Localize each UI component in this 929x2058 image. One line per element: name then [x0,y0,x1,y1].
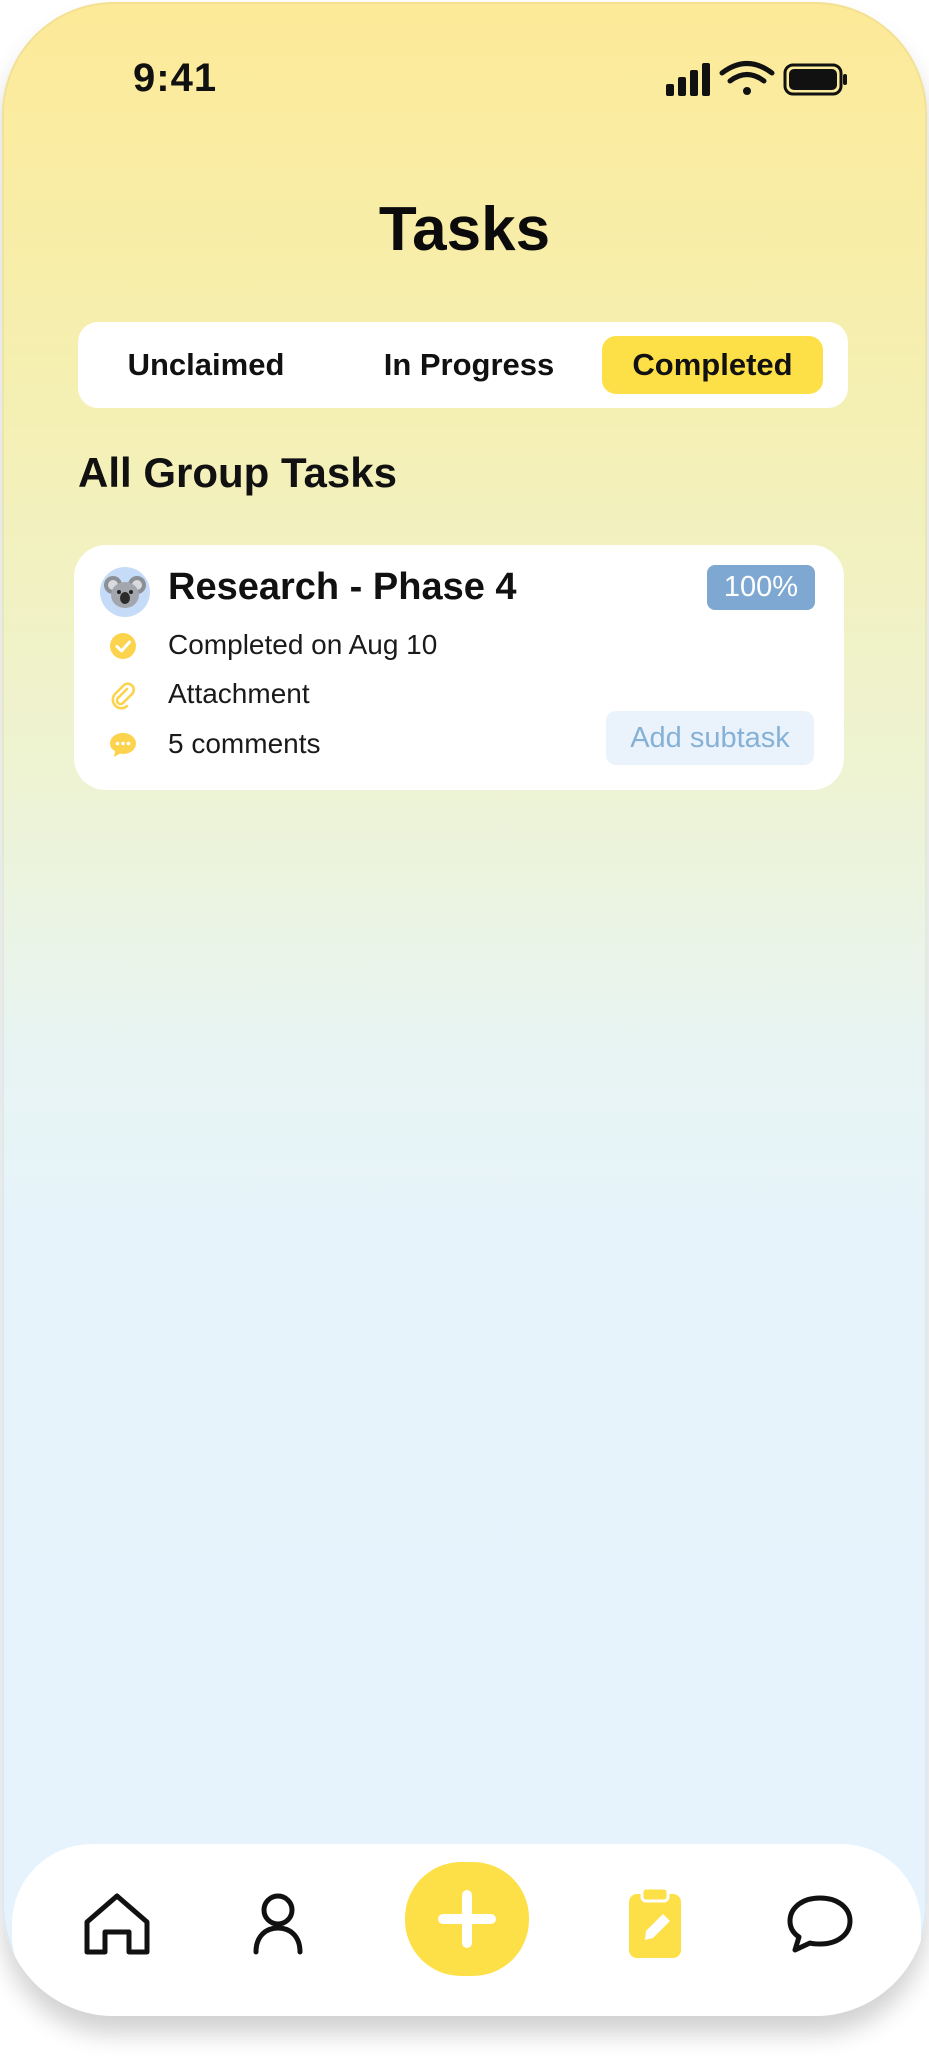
add-button[interactable] [405,1862,529,1976]
status-icons [666,60,848,100]
home-icon[interactable] [77,1884,157,1964]
koala-avatar [100,567,150,617]
comments-count: 5 comments [168,728,321,759]
tab-completed[interactable]: Completed [602,336,823,394]
tab-unclaimed[interactable]: Unclaimed [110,336,302,394]
task-title: Research - Phase 4 [168,566,517,608]
wifi-icon [719,61,775,95]
status-tabs: Unclaimed In Progress Completed [78,322,848,408]
battery-icon [783,63,847,96]
progress-badge: 100% [707,565,815,610]
status-time: 9:41 [133,56,218,100]
page-title: Tasks [378,195,551,264]
profile-icon[interactable] [238,1884,318,1964]
bottom-nav [12,1844,921,2016]
chat-icon[interactable] [780,1884,860,1964]
comment-bubble-icon [108,730,138,760]
phone-screen: 9:41 Tasks Unclaimed In Progress Complet… [2,2,927,2016]
add-icon [438,1890,496,1948]
completed-date: Completed on Aug 10 [168,629,438,660]
check-circle-icon [108,631,138,661]
attachment-label: Attachment [168,678,310,709]
paperclip-icon [108,680,138,710]
section-title: All Group Tasks [78,449,397,496]
tab-in-progress[interactable]: In Progress [354,336,584,394]
cellular-signal-icon [666,63,710,96]
tasks-clipboard-icon[interactable] [615,1884,695,1964]
task-card[interactable]: Research - Phase 4 100% Completed on Aug… [74,545,844,790]
add-subtask-button[interactable]: Add subtask [606,711,814,765]
